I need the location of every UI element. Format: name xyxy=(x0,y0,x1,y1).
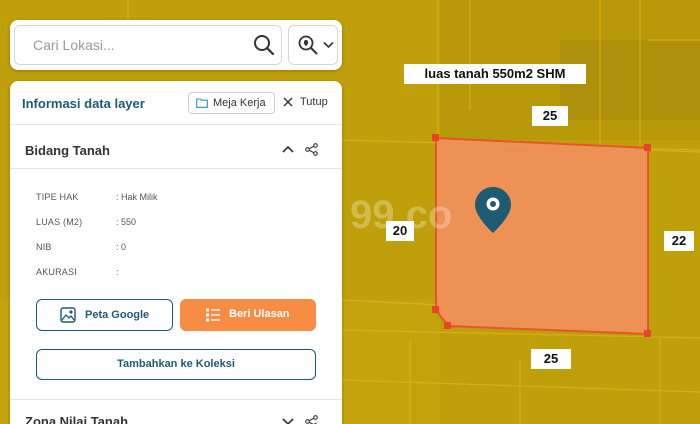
tambahkan-koleksi-button[interactable]: Tambahkan ke Koleksi xyxy=(36,349,316,380)
folder-icon xyxy=(196,98,208,108)
peta-google-label: Peta Google xyxy=(85,309,150,321)
map-image-icon xyxy=(60,307,76,323)
location-pin-icon[interactable] xyxy=(474,186,512,234)
review-list-icon xyxy=(206,308,220,322)
info-panel: Informasi data layer Meja Kerja Tutup Bi… xyxy=(10,81,342,424)
attr-value-tipe-hak: : Hak Milik xyxy=(116,192,158,202)
attr-value-luas: : 550 xyxy=(116,217,137,227)
share-icon[interactable] xyxy=(305,415,318,424)
search-input[interactable] xyxy=(14,25,282,65)
meja-kerja-label: Meja Kerja xyxy=(213,97,266,109)
location-search-icon xyxy=(298,35,318,55)
share-icon[interactable] xyxy=(305,143,318,156)
section-title-zona-nilai-tanah[interactable]: Zona Nilai Tanah xyxy=(25,414,128,424)
beri-ulasan-label: Beri Ulasan xyxy=(229,308,290,320)
location-zoom-dropdown[interactable] xyxy=(288,25,338,65)
dimension-top-label: 25 xyxy=(532,106,568,126)
map-title-label: luas tanah 550m2 SHM xyxy=(404,64,586,84)
panel-header: Informasi data layer Meja Kerja Tutup xyxy=(10,81,342,125)
attr-value-nib: : 0 xyxy=(116,242,127,252)
dimension-left-label: 20 xyxy=(386,221,414,241)
attr-label-tipe-hak: TIPE HAK xyxy=(36,192,79,202)
dimension-right-label: 22 xyxy=(664,231,694,251)
parcel-polygon[interactable] xyxy=(435,136,649,336)
section-divider xyxy=(10,399,342,400)
search-icon[interactable] xyxy=(253,34,275,56)
search-bar xyxy=(10,20,342,70)
meja-kerja-button[interactable]: Meja Kerja xyxy=(188,92,275,114)
section-divider xyxy=(10,168,342,169)
chevron-down-icon[interactable] xyxy=(282,418,294,424)
section-title-bidang-tanah[interactable]: Bidang Tanah xyxy=(25,143,110,158)
close-button[interactable]: Tutup xyxy=(300,96,328,108)
chevron-down-icon xyxy=(323,41,334,49)
attr-label-nib: NIB xyxy=(36,242,52,252)
peta-google-button[interactable]: Peta Google xyxy=(36,299,173,331)
panel-title: Informasi data layer xyxy=(22,96,145,111)
attr-label-akurasi: AKURASI xyxy=(36,267,77,277)
attr-label-luas: LUAS (M2) xyxy=(36,217,83,227)
close-icon[interactable] xyxy=(283,97,293,107)
beri-ulasan-button[interactable]: Beri Ulasan xyxy=(180,299,316,331)
attr-value-akurasi: : xyxy=(116,267,119,277)
dimension-bottom-label: 25 xyxy=(531,349,571,369)
chevron-up-icon[interactable] xyxy=(282,145,294,153)
